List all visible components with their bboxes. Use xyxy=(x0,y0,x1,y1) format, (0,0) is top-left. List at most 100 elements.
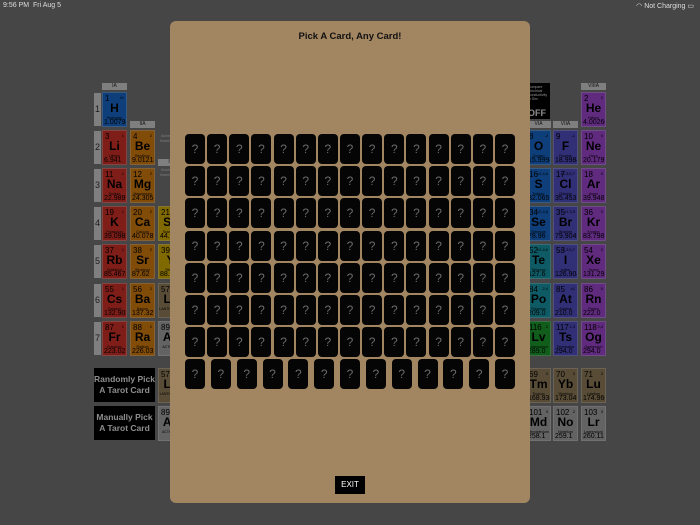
tarot-card[interactable]: ? xyxy=(273,166,294,197)
tarot-card[interactable]: ? xyxy=(295,198,316,229)
tarot-card[interactable]: ? xyxy=(384,230,405,261)
tarot-card[interactable]: ? xyxy=(262,359,283,390)
tarot-card[interactable]: ? xyxy=(495,134,515,164)
tarot-card[interactable]: ? xyxy=(495,166,515,197)
tarot-card[interactable]: ? xyxy=(472,134,493,164)
tarot-card[interactable]: ? xyxy=(295,327,316,358)
tarot-card[interactable]: ? xyxy=(340,198,360,229)
tarot-card[interactable]: ? xyxy=(207,295,228,325)
tarot-card[interactable]: ? xyxy=(450,230,471,261)
tarot-card[interactable]: ? xyxy=(450,134,471,164)
tarot-card[interactable]: ? xyxy=(428,262,449,293)
tarot-card[interactable]: ? xyxy=(317,134,338,164)
tarot-card[interactable]: ? xyxy=(406,327,427,358)
tarot-card[interactable]: ? xyxy=(406,295,427,325)
tarot-card[interactable]: ? xyxy=(229,198,250,229)
tarot-card[interactable]: ? xyxy=(295,295,316,325)
tarot-card[interactable]: ? xyxy=(450,327,471,358)
tarot-card[interactable]: ? xyxy=(417,359,438,390)
tarot-card[interactable]: ? xyxy=(273,230,294,261)
tarot-card[interactable]: ? xyxy=(406,166,427,197)
tarot-card[interactable]: ? xyxy=(469,359,490,390)
tarot-card[interactable]: ? xyxy=(472,166,493,197)
tarot-card[interactable]: ? xyxy=(450,295,471,325)
tarot-card[interactable]: ? xyxy=(340,134,360,164)
tarot-card[interactable]: ? xyxy=(210,359,231,390)
tarot-card[interactable]: ? xyxy=(251,327,272,358)
tarot-card[interactable]: ? xyxy=(295,230,316,261)
tarot-card[interactable]: ? xyxy=(273,134,294,164)
tarot-card[interactable]: ? xyxy=(406,262,427,293)
tarot-card[interactable]: ? xyxy=(362,134,383,164)
tarot-card[interactable]: ? xyxy=(384,134,405,164)
tarot-card[interactable]: ? xyxy=(273,295,294,325)
tarot-card[interactable]: ? xyxy=(185,198,205,229)
tarot-card[interactable]: ? xyxy=(317,166,338,197)
tarot-card[interactable]: ? xyxy=(207,327,228,358)
tarot-card[interactable]: ? xyxy=(495,327,515,358)
tarot-card[interactable]: ? xyxy=(362,262,383,293)
tarot-card[interactable]: ? xyxy=(340,262,360,293)
tarot-card[interactable]: ? xyxy=(450,198,471,229)
tarot-card[interactable]: ? xyxy=(428,166,449,197)
tarot-card[interactable]: ? xyxy=(340,230,360,261)
tarot-card[interactable]: ? xyxy=(251,262,272,293)
tarot-card[interactable]: ? xyxy=(428,134,449,164)
tarot-card[interactable]: ? xyxy=(207,230,228,261)
tarot-card[interactable]: ? xyxy=(207,198,228,229)
tarot-card[interactable]: ? xyxy=(207,134,228,164)
tarot-card[interactable]: ? xyxy=(185,262,205,293)
tarot-card[interactable]: ? xyxy=(495,230,515,261)
tarot-card[interactable]: ? xyxy=(185,359,205,390)
tarot-card[interactable]: ? xyxy=(428,230,449,261)
tarot-card[interactable]: ? xyxy=(472,262,493,293)
tarot-card[interactable]: ? xyxy=(229,166,250,197)
tarot-card[interactable]: ? xyxy=(229,230,250,261)
tarot-card[interactable]: ? xyxy=(362,230,383,261)
tarot-card[interactable]: ? xyxy=(295,134,316,164)
tarot-card[interactable]: ? xyxy=(317,198,338,229)
tarot-card[interactable]: ? xyxy=(251,166,272,197)
tarot-card[interactable]: ? xyxy=(185,327,205,358)
tarot-card[interactable]: ? xyxy=(236,359,257,390)
tarot-card[interactable]: ? xyxy=(314,359,335,390)
tarot-card[interactable]: ? xyxy=(251,295,272,325)
tarot-card[interactable]: ? xyxy=(384,295,405,325)
tarot-card[interactable]: ? xyxy=(428,295,449,325)
tarot-card[interactable]: ? xyxy=(185,166,205,197)
tarot-card[interactable]: ? xyxy=(472,327,493,358)
tarot-card[interactable]: ? xyxy=(362,166,383,197)
tarot-card[interactable]: ? xyxy=(185,295,205,325)
tarot-card[interactable]: ? xyxy=(273,262,294,293)
tarot-card[interactable]: ? xyxy=(317,327,338,358)
tarot-card[interactable]: ? xyxy=(384,327,405,358)
tarot-card[interactable]: ? xyxy=(443,359,464,390)
exit-button[interactable]: EXIT xyxy=(335,476,365,494)
tarot-card[interactable]: ? xyxy=(317,230,338,261)
tarot-card[interactable]: ? xyxy=(450,166,471,197)
tarot-card[interactable]: ? xyxy=(384,262,405,293)
tarot-card[interactable]: ? xyxy=(406,134,427,164)
tarot-card[interactable]: ? xyxy=(428,327,449,358)
tarot-card[interactable]: ? xyxy=(295,262,316,293)
tarot-card[interactable]: ? xyxy=(273,198,294,229)
tarot-card[interactable]: ? xyxy=(251,198,272,229)
tarot-card[interactable]: ? xyxy=(295,166,316,197)
tarot-card[interactable]: ? xyxy=(317,295,338,325)
tarot-card[interactable]: ? xyxy=(365,359,386,390)
tarot-card[interactable]: ? xyxy=(229,262,250,293)
tarot-card[interactable]: ? xyxy=(340,166,360,197)
tarot-card[interactable]: ? xyxy=(450,262,471,293)
tarot-card[interactable]: ? xyxy=(362,198,383,229)
tarot-card[interactable]: ? xyxy=(472,230,493,261)
tarot-card[interactable]: ? xyxy=(229,134,250,164)
tarot-card[interactable]: ? xyxy=(362,295,383,325)
tarot-card[interactable]: ? xyxy=(340,295,360,325)
tarot-card[interactable]: ? xyxy=(495,262,515,293)
tarot-card[interactable]: ? xyxy=(288,359,309,390)
tarot-card[interactable]: ? xyxy=(495,198,515,229)
tarot-card[interactable]: ? xyxy=(391,359,412,390)
tarot-card[interactable]: ? xyxy=(229,327,250,358)
tarot-card[interactable]: ? xyxy=(207,166,228,197)
tarot-card[interactable]: ? xyxy=(362,327,383,358)
